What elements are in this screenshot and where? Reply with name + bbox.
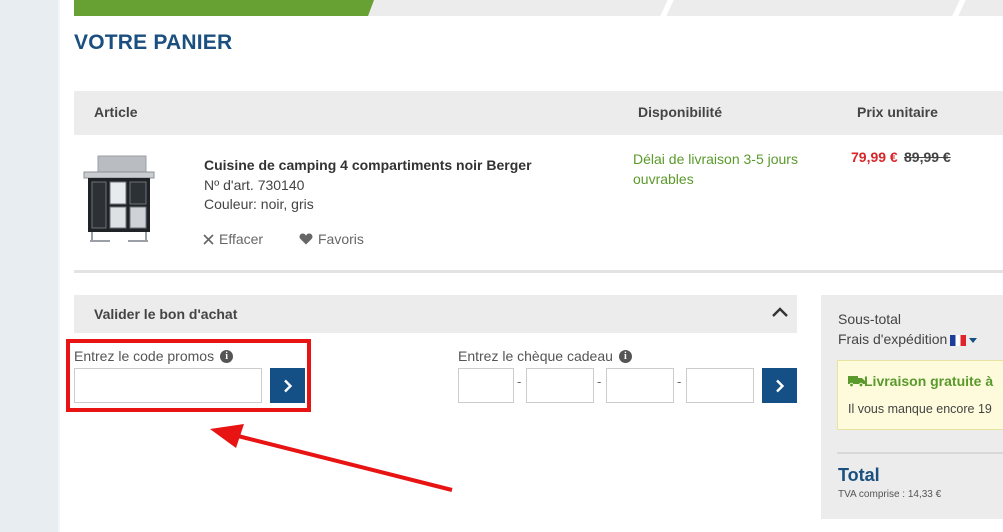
left-gutter-edge (58, 0, 60, 532)
gift-card-input-4[interactable] (686, 368, 754, 403)
favorite-button[interactable]: Favoris (299, 231, 364, 247)
availability-text: Délai de livraison 3-5 jours ouvrables (633, 151, 798, 187)
product-article-number: Nº d'art. 730140 (204, 177, 305, 193)
gift-card-separator: - (677, 374, 682, 389)
heart-icon (299, 233, 313, 245)
chevron-right-icon (775, 379, 784, 392)
france-flag-icon[interactable] (950, 334, 967, 346)
gift-card-label-text: Entrez le chèque cadeau (458, 348, 613, 364)
remove-item-label: Effacer (219, 231, 264, 247)
total-label: Total (838, 465, 880, 485)
product-color: Couleur: noir, gris (204, 196, 314, 212)
gift-card-input-2[interactable] (526, 368, 594, 403)
free-shipping-title: Livraison gratuite à (864, 373, 994, 389)
truck-icon (848, 376, 865, 387)
gift-card-submit-button[interactable] (762, 368, 797, 403)
cart-table-header: Article Disponibilité Prix unitaire (74, 91, 1003, 135)
info-icon[interactable]: i (618, 349, 632, 363)
row-divider (74, 270, 1003, 273)
remove-item-button[interactable]: Effacer (203, 231, 263, 247)
summary-divider (837, 452, 1003, 454)
old-price: 89,99 € (904, 149, 951, 165)
caret-down-icon[interactable] (969, 337, 978, 343)
gift-card-input-3[interactable] (606, 368, 674, 403)
shipping-row: Frais d'expédition (838, 331, 978, 347)
product-image[interactable] (80, 152, 158, 244)
chevron-up-icon[interactable] (771, 305, 789, 319)
current-price: 79,99 € (851, 149, 898, 165)
gift-card-separator: - (597, 374, 602, 389)
gift-card-label: Entrez le chèque cadeau i (458, 348, 632, 364)
gift-card-separator: - (517, 374, 522, 389)
header-article: Article (94, 104, 138, 120)
progress-separator (952, 0, 966, 16)
vat-info: TVA comprise : 14,33 € (838, 489, 942, 500)
left-gutter (0, 0, 58, 532)
close-icon (203, 233, 214, 245)
progress-separator (660, 0, 674, 16)
free-shipping-box: Livraison gratuite à Il vous manque enco… (837, 360, 1003, 430)
page-title: VOTRE PANIER (74, 31, 233, 54)
progress-step-active (74, 0, 374, 16)
highlight-box (66, 339, 311, 412)
gift-card-input-1[interactable] (458, 368, 514, 403)
voucher-accordion-header[interactable]: Valider le bon d'achat (74, 295, 797, 333)
product-name[interactable]: Cuisine de camping 4 compartiments noir … (204, 157, 532, 173)
arrow-annotation (210, 424, 453, 492)
voucher-title: Valider le bon d'achat (94, 306, 238, 322)
shipping-label: Frais d'expédition (838, 331, 948, 347)
free-shipping-remaining: Il vous manque encore 19 (848, 402, 992, 416)
checkout-progress (74, 0, 1003, 16)
header-unit-price: Prix unitaire (857, 104, 938, 120)
header-availability: Disponibilité (638, 104, 722, 120)
subtotal-label: Sous-total (838, 311, 902, 327)
favorite-label: Favoris (318, 231, 364, 247)
